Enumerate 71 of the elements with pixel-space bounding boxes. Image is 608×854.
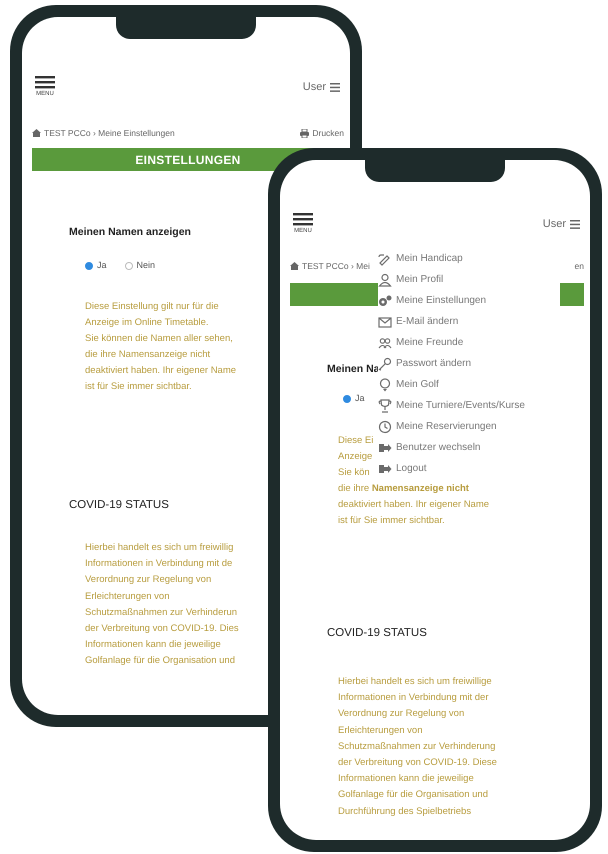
info-text: der Verbreitung von COVID-19. Diese: [338, 756, 497, 770]
info-text: Schutzmaßnahmen zur Verhinderun: [85, 606, 238, 620]
menu-item[interactable]: Logout: [396, 461, 427, 476]
note-text: Sie kön: [338, 466, 370, 480]
note-text: ist für Sie immer sichtbar.: [85, 380, 192, 394]
note-text: Anzeige im Online Timetable.: [85, 316, 209, 330]
note-text: Anzeige: [338, 450, 372, 464]
menu-icon: [35, 75, 55, 89]
note-text: Sie können die Namen aller sehen,: [85, 332, 233, 346]
setting-label: Meinen Namen anzeigen: [69, 225, 191, 240]
info-text: Verordnung zur Regelung von: [338, 707, 464, 722]
info-text: Verordnung zur Regelung von: [85, 573, 212, 588]
menu-item[interactable]: Mein Profil: [396, 272, 444, 287]
print-link[interactable]: Drucken: [312, 127, 344, 140]
info-text: Erleichterungen von: [338, 724, 422, 738]
info-text: Hierbei handelt es sich um freiwillig: [85, 541, 234, 555]
menu-item[interactable]: Meine Reservierungen: [396, 419, 497, 434]
menu-item[interactable]: E-Mail ändern: [396, 314, 458, 329]
trophy-icon: [378, 398, 392, 412]
breadcrumb[interactable]: TEST PCCo › Meine Einstellungen: [44, 127, 175, 140]
menu-item[interactable]: Meine Turniere/Events/Kurse: [396, 398, 525, 413]
note-text: Diese Einstellung gilt nur für die: [85, 300, 219, 314]
breadcrumb[interactable]: TEST PCCo › Mei: [302, 260, 370, 273]
key-icon: [378, 356, 392, 370]
people-icon: [378, 336, 392, 350]
pencil-icon: [378, 252, 392, 266]
note-text: deaktiviert haben. Ihr eigener Name: [338, 498, 490, 512]
envelope-icon: [378, 314, 392, 328]
golf-ball-icon: [378, 378, 392, 392]
print-link[interactable]: en: [574, 260, 584, 273]
menu-item[interactable]: Benutzer wechseln: [396, 440, 480, 455]
info-text: Durchführung des Spielbetriebs: [338, 804, 472, 819]
note-text: deaktiviert haben. Ihr eigener Name: [85, 364, 236, 378]
radio-label: Ja: [355, 392, 365, 405]
radio-button[interactable]: [85, 262, 93, 270]
note-text: ist für Sie immer sichtbar.: [338, 514, 445, 528]
info-text: Informationen kann die jeweilige: [85, 638, 221, 652]
menu-item[interactable]: Mein Handicap: [396, 251, 463, 266]
user-menu-button[interactable]: User: [542, 216, 566, 232]
info-text: Informationen in Verbindung mit der: [338, 691, 489, 706]
home-icon: [290, 262, 299, 270]
menu-item[interactable]: Meine Einstellungen: [396, 293, 486, 308]
radio-label: Nein: [136, 259, 156, 272]
radio-label: Ja: [97, 259, 107, 272]
info-text: Golfanlage für die Organisation und: [85, 654, 235, 668]
section-heading: COVID-19 STATUS: [327, 626, 427, 641]
menu-icon: [293, 212, 313, 226]
info-text: Hierbei handelt es sich um freiwillige: [338, 675, 492, 689]
note-text: Diese Ei: [338, 434, 374, 448]
user-menu-button[interactable]: User: [302, 79, 326, 96]
section-title: EINSTELLUNGEN: [135, 152, 241, 168]
clock-icon: [378, 420, 392, 434]
info-text: der Verbreitung von COVID-19. Dies: [85, 622, 239, 636]
printer-icon: [300, 128, 310, 138]
menu-icon: [570, 220, 580, 229]
radio-button[interactable]: [124, 262, 133, 270]
note-text: die ihre Namensanzeige nicht: [338, 482, 469, 496]
info-text: Informationen kann die jeweilige: [338, 772, 474, 786]
menu-item[interactable]: Meine Freunde: [396, 335, 464, 350]
section-heading: COVID-19 STATUS: [69, 498, 169, 513]
radio-button[interactable]: [343, 394, 351, 403]
info-text: Schutzmaßnahmen zur Verhinderung: [338, 740, 496, 754]
menu-item[interactable]: Mein Golf: [396, 377, 439, 392]
note-text: die ihre Namensanzeige nicht: [85, 348, 210, 362]
info-text: Golfanlage für die Organisation und: [338, 788, 488, 802]
info-text: Erleichterungen von: [85, 590, 170, 604]
menu-icon: [330, 82, 340, 92]
home-icon: [32, 129, 41, 138]
person-icon: [378, 272, 392, 286]
info-text: Informationen in Verbindung mit de: [85, 557, 232, 572]
menu-item[interactable]: Passwort ändern: [396, 356, 472, 371]
